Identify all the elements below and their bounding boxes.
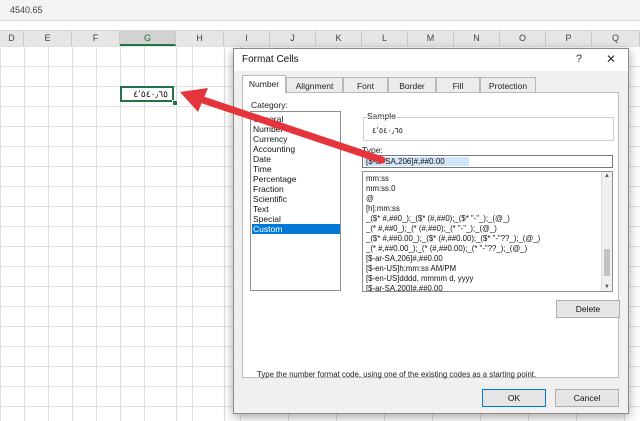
column-header-f[interactable]: F: [72, 31, 120, 46]
category-item-general[interactable]: General: [252, 114, 340, 124]
format-code-item[interactable]: @: [366, 194, 596, 204]
gridline: [24, 46, 25, 421]
column-header-k[interactable]: K: [316, 31, 362, 46]
category-item-accounting[interactable]: Accounting: [252, 144, 340, 154]
scroll-up-arrow-icon[interactable]: ▲: [604, 173, 610, 179]
column-header-p[interactable]: P: [546, 31, 592, 46]
format-code-item[interactable]: _(* #,##0.00_);_(* (#,##0.00);_(* "-"??_…: [366, 244, 596, 254]
format-code-item[interactable]: mm:ss: [366, 174, 596, 184]
column-header-g[interactable]: G: [120, 31, 176, 46]
format-code-item[interactable]: [$-ar-SA,200]#,##0.00: [366, 284, 596, 291]
category-item-fraction[interactable]: Fraction: [252, 184, 340, 194]
format-list-scrollbar[interactable]: ▲ ▼: [601, 172, 612, 291]
tab-protection[interactable]: Protection: [480, 77, 536, 93]
column-header-i[interactable]: I: [224, 31, 270, 46]
cancel-button[interactable]: Cancel: [555, 389, 619, 407]
format-code-item[interactable]: _(* #,##0_);_(* (#,##0);_(* "-"_);_(@_): [366, 224, 596, 234]
scroll-thumb[interactable]: [604, 249, 610, 276]
column-headers: D E F G H I J K L M N O P Q: [0, 30, 640, 47]
column-header-n[interactable]: N: [454, 31, 500, 46]
format-code-list[interactable]: mm:ss mm:ss.0 @ [h]:mm:ss _($* #,##0_);_…: [362, 171, 613, 292]
column-header-j[interactable]: J: [270, 31, 316, 46]
dialog-titlebar[interactable]: Format Cells ? ✕: [234, 49, 628, 71]
category-item-custom[interactable]: Custom: [252, 224, 340, 234]
gridline: [72, 46, 73, 421]
formula-bar[interactable]: 4540.65: [0, 0, 640, 21]
column-header-h[interactable]: H: [176, 31, 224, 46]
column-header-q[interactable]: Q: [592, 31, 640, 46]
fill-handle[interactable]: [172, 100, 178, 106]
column-header-e[interactable]: E: [24, 31, 72, 46]
column-header-l[interactable]: L: [362, 31, 408, 46]
tab-font[interactable]: Font: [343, 77, 388, 93]
category-item-time[interactable]: Time: [252, 164, 340, 174]
category-item-text[interactable]: Text: [252, 204, 340, 214]
column-header-d[interactable]: D: [0, 31, 24, 46]
type-input-value[interactable]: [$-ar-SA,206]#,##0.00: [366, 157, 445, 166]
help-button[interactable]: ?: [576, 53, 582, 65]
format-code-item[interactable]: mm:ss.0: [366, 184, 596, 194]
tab-border[interactable]: Border: [388, 77, 436, 93]
category-item-scientific[interactable]: Scientific: [252, 194, 340, 204]
gridline: [224, 46, 225, 421]
format-code-item[interactable]: _($* #,##0_);_($* (#,##0);_($* "-"_);_(@…: [366, 214, 596, 224]
hint-text: Type the number format code, using one o…: [257, 370, 537, 379]
sample-value: ٤٬٥٤٠٫٦٥: [372, 126, 403, 135]
category-item-special[interactable]: Special: [252, 214, 340, 224]
format-code-item[interactable]: _($* #,##0.00_);_($* (#,##0.00);_($* "-"…: [366, 234, 596, 244]
dialog-title: Format Cells: [242, 54, 299, 65]
category-item-number[interactable]: Number: [252, 124, 340, 134]
selected-cell-g3[interactable]: ٤٬٥٤٠٫٦٥: [120, 86, 174, 102]
format-code-item[interactable]: [$-ar-SA,206]#,##0.00: [366, 254, 596, 264]
format-code-item[interactable]: [$-en-US]dddd, mmmm d, yyyy: [366, 274, 596, 284]
category-item-percentage[interactable]: Percentage: [252, 174, 340, 184]
category-item-currency[interactable]: Currency: [252, 134, 340, 144]
tab-alignment[interactable]: Alignment: [286, 77, 343, 93]
type-label: Type:: [362, 145, 383, 155]
tab-fill[interactable]: Fill: [436, 77, 480, 93]
scroll-down-arrow-icon[interactable]: ▼: [604, 284, 610, 290]
column-header-m[interactable]: M: [408, 31, 454, 46]
category-item-date[interactable]: Date: [252, 154, 340, 164]
ok-button[interactable]: OK: [482, 389, 546, 407]
format-code-item[interactable]: [$-en-US]h:mm:ss AM/PM: [366, 264, 596, 274]
tab-number[interactable]: Number: [242, 75, 286, 94]
delete-button[interactable]: Delete: [556, 300, 620, 318]
close-button[interactable]: ✕: [606, 52, 616, 66]
formula-value[interactable]: 4540.65: [10, 5, 43, 15]
category-list[interactable]: General Number Currency Accounting Date …: [250, 111, 341, 291]
column-header-o[interactable]: O: [500, 31, 546, 46]
category-label: Category:: [251, 100, 288, 110]
gridline: [120, 46, 121, 421]
number-tab-panel: Category: General Number Currency Accoun…: [242, 92, 620, 379]
sample-box: ٤٬٥٤٠٫٦٥: [363, 117, 614, 141]
format-cells-dialog: Format Cells ? ✕ Number Alignment Font B…: [233, 48, 629, 414]
format-code-item[interactable]: [h]:mm:ss: [366, 204, 596, 214]
